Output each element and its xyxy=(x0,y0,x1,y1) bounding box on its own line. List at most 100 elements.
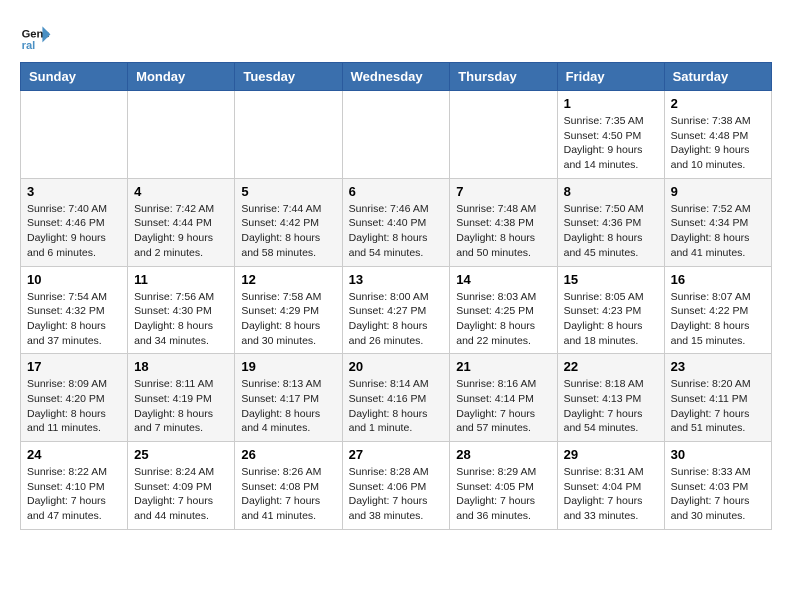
day-info: Sunrise: 7:38 AM Sunset: 4:48 PM Dayligh… xyxy=(671,114,765,173)
day-number: 1 xyxy=(564,96,658,111)
calendar-cell: 7 Sunrise: 7:48 AM Sunset: 4:38 PM Daylig… xyxy=(450,178,557,266)
day-info: Sunrise: 7:56 AM Sunset: 4:30 PM Dayligh… xyxy=(134,290,228,349)
calendar-cell: 14 Sunrise: 8:03 AM Sunset: 4:25 PM Dayli… xyxy=(450,266,557,354)
calendar-cell xyxy=(235,91,342,179)
calendar-cell xyxy=(21,91,128,179)
calendar-cell: 22 Sunrise: 8:18 AM Sunset: 4:13 PM Dayli… xyxy=(557,354,664,442)
day-info: Sunrise: 8:00 AM Sunset: 4:27 PM Dayligh… xyxy=(349,290,444,349)
day-number: 30 xyxy=(671,447,765,462)
day-number: 23 xyxy=(671,359,765,374)
logo: Gene ral xyxy=(20,20,56,52)
day-info: Sunrise: 8:07 AM Sunset: 4:22 PM Dayligh… xyxy=(671,290,765,349)
calendar-cell: 23Sunrise: 8:20 AM Sunset: 4:11 PM Dayli… xyxy=(664,354,771,442)
day-number: 29 xyxy=(564,447,658,462)
day-info: Sunrise: 8:14 AM Sunset: 4:16 PM Dayligh… xyxy=(349,377,444,436)
calendar-cell: 15 Sunrise: 8:05 AM Sunset: 4:23 PM Dayli… xyxy=(557,266,664,354)
day-number: 11 xyxy=(134,272,228,287)
calendar-cell: 5 Sunrise: 7:44 AM Sunset: 4:42 PM Daylig… xyxy=(235,178,342,266)
day-number: 17 xyxy=(27,359,121,374)
day-number: 20 xyxy=(349,359,444,374)
day-info: Sunrise: 8:18 AM Sunset: 4:13 PM Dayligh… xyxy=(564,377,658,436)
day-info: Sunrise: 8:03 AM Sunset: 4:25 PM Dayligh… xyxy=(456,290,550,349)
weekday-header-wednesday: Wednesday xyxy=(342,63,450,91)
day-number: 16 xyxy=(671,272,765,287)
day-info: Sunrise: 8:11 AM Sunset: 4:19 PM Dayligh… xyxy=(134,377,228,436)
calendar-cell: 12 Sunrise: 7:58 AM Sunset: 4:29 PM Dayli… xyxy=(235,266,342,354)
day-info: Sunrise: 7:58 AM Sunset: 4:29 PM Dayligh… xyxy=(241,290,335,349)
day-info: Sunrise: 7:50 AM Sunset: 4:36 PM Dayligh… xyxy=(564,202,658,261)
day-info: Sunrise: 8:22 AM Sunset: 4:10 PM Dayligh… xyxy=(27,465,121,524)
page-header: Gene ral xyxy=(20,20,772,52)
day-info: Sunrise: 8:05 AM Sunset: 4:23 PM Dayligh… xyxy=(564,290,658,349)
calendar-cell: 17 Sunrise: 8:09 AM Sunset: 4:20 PM Dayli… xyxy=(21,354,128,442)
day-info: Sunrise: 7:35 AM Sunset: 4:50 PM Dayligh… xyxy=(564,114,658,173)
day-number: 14 xyxy=(456,272,550,287)
day-number: 2 xyxy=(671,96,765,111)
calendar-cell: 19 Sunrise: 8:13 AM Sunset: 4:17 PM Dayli… xyxy=(235,354,342,442)
day-number: 25 xyxy=(134,447,228,462)
day-number: 8 xyxy=(564,184,658,199)
day-number: 19 xyxy=(241,359,335,374)
calendar-cell: 10 Sunrise: 7:54 AM Sunset: 4:32 PM Dayli… xyxy=(21,266,128,354)
day-info: Sunrise: 7:44 AM Sunset: 4:42 PM Dayligh… xyxy=(241,202,335,261)
calendar-cell: 1 Sunrise: 7:35 AM Sunset: 4:50 PM Daylig… xyxy=(557,91,664,179)
day-number: 5 xyxy=(241,184,335,199)
calendar-cell: 30 Sunrise: 8:33 AM Sunset: 4:03 PM Dayli… xyxy=(664,442,771,530)
day-number: 6 xyxy=(349,184,444,199)
calendar-cell xyxy=(450,91,557,179)
day-number: 21 xyxy=(456,359,550,374)
day-info: Sunrise: 8:33 AM Sunset: 4:03 PM Dayligh… xyxy=(671,465,765,524)
calendar-cell: 28 Sunrise: 8:29 AM Sunset: 4:05 PM Dayli… xyxy=(450,442,557,530)
calendar-week-5: 24 Sunrise: 8:22 AM Sunset: 4:10 PM Dayli… xyxy=(21,442,772,530)
calendar-cell: 2 Sunrise: 7:38 AM Sunset: 4:48 PM Daylig… xyxy=(664,91,771,179)
calendar-week-4: 17 Sunrise: 8:09 AM Sunset: 4:20 PM Dayli… xyxy=(21,354,772,442)
day-info: Sunrise: 8:29 AM Sunset: 4:05 PM Dayligh… xyxy=(456,465,550,524)
calendar-cell: 21Sunrise: 8:16 AM Sunset: 4:14 PM Dayli… xyxy=(450,354,557,442)
day-number: 27 xyxy=(349,447,444,462)
calendar-cell: 20 Sunrise: 8:14 AM Sunset: 4:16 PM Dayli… xyxy=(342,354,450,442)
calendar-cell: 4Sunrise: 7:42 AM Sunset: 4:44 PM Daylig… xyxy=(128,178,235,266)
day-info: Sunrise: 7:46 AM Sunset: 4:40 PM Dayligh… xyxy=(349,202,444,261)
calendar-cell: 26Sunrise: 8:26 AM Sunset: 4:08 PM Dayli… xyxy=(235,442,342,530)
calendar-week-3: 10 Sunrise: 7:54 AM Sunset: 4:32 PM Dayli… xyxy=(21,266,772,354)
calendar-cell: 9Sunrise: 7:52 AM Sunset: 4:34 PM Daylig… xyxy=(664,178,771,266)
day-number: 24 xyxy=(27,447,121,462)
weekday-header-tuesday: Tuesday xyxy=(235,63,342,91)
day-info: Sunrise: 7:40 AM Sunset: 4:46 PM Dayligh… xyxy=(27,202,121,261)
calendar-cell: 18 Sunrise: 8:11 AM Sunset: 4:19 PM Dayli… xyxy=(128,354,235,442)
day-number: 3 xyxy=(27,184,121,199)
weekday-header-monday: Monday xyxy=(128,63,235,91)
calendar: SundayMondayTuesdayWednesdayThursdayFrid… xyxy=(20,62,772,530)
calendar-cell: 27Sunrise: 8:28 AM Sunset: 4:06 PM Dayli… xyxy=(342,442,450,530)
calendar-week-1: 1 Sunrise: 7:35 AM Sunset: 4:50 PM Daylig… xyxy=(21,91,772,179)
day-info: Sunrise: 7:42 AM Sunset: 4:44 PM Dayligh… xyxy=(134,202,228,261)
day-info: Sunrise: 7:54 AM Sunset: 4:32 PM Dayligh… xyxy=(27,290,121,349)
svg-text:ral: ral xyxy=(22,40,36,52)
day-number: 15 xyxy=(564,272,658,287)
calendar-cell xyxy=(342,91,450,179)
day-number: 22 xyxy=(564,359,658,374)
day-info: Sunrise: 8:09 AM Sunset: 4:20 PM Dayligh… xyxy=(27,377,121,436)
weekday-header-saturday: Saturday xyxy=(664,63,771,91)
weekday-header-thursday: Thursday xyxy=(450,63,557,91)
day-number: 10 xyxy=(27,272,121,287)
calendar-cell: 24 Sunrise: 8:22 AM Sunset: 4:10 PM Dayli… xyxy=(21,442,128,530)
day-number: 28 xyxy=(456,447,550,462)
day-info: Sunrise: 8:26 AM Sunset: 4:08 PM Dayligh… xyxy=(241,465,335,524)
day-number: 7 xyxy=(456,184,550,199)
day-info: Sunrise: 8:13 AM Sunset: 4:17 PM Dayligh… xyxy=(241,377,335,436)
day-number: 12 xyxy=(241,272,335,287)
calendar-week-2: 3 Sunrise: 7:40 AM Sunset: 4:46 PM Daylig… xyxy=(21,178,772,266)
day-info: Sunrise: 8:31 AM Sunset: 4:04 PM Dayligh… xyxy=(564,465,658,524)
calendar-cell: 11 Sunrise: 7:56 AM Sunset: 4:30 PM Dayli… xyxy=(128,266,235,354)
calendar-cell: 25 Sunrise: 8:24 AM Sunset: 4:09 PM Dayli… xyxy=(128,442,235,530)
calendar-header-row: SundayMondayTuesdayWednesdayThursdayFrid… xyxy=(21,63,772,91)
calendar-cell: 3 Sunrise: 7:40 AM Sunset: 4:46 PM Daylig… xyxy=(21,178,128,266)
day-number: 13 xyxy=(349,272,444,287)
day-info: Sunrise: 7:48 AM Sunset: 4:38 PM Dayligh… xyxy=(456,202,550,261)
weekday-header-friday: Friday xyxy=(557,63,664,91)
logo-icon: Gene ral xyxy=(20,20,52,52)
day-info: Sunrise: 8:24 AM Sunset: 4:09 PM Dayligh… xyxy=(134,465,228,524)
day-number: 18 xyxy=(134,359,228,374)
calendar-cell: 8 Sunrise: 7:50 AM Sunset: 4:36 PM Daylig… xyxy=(557,178,664,266)
